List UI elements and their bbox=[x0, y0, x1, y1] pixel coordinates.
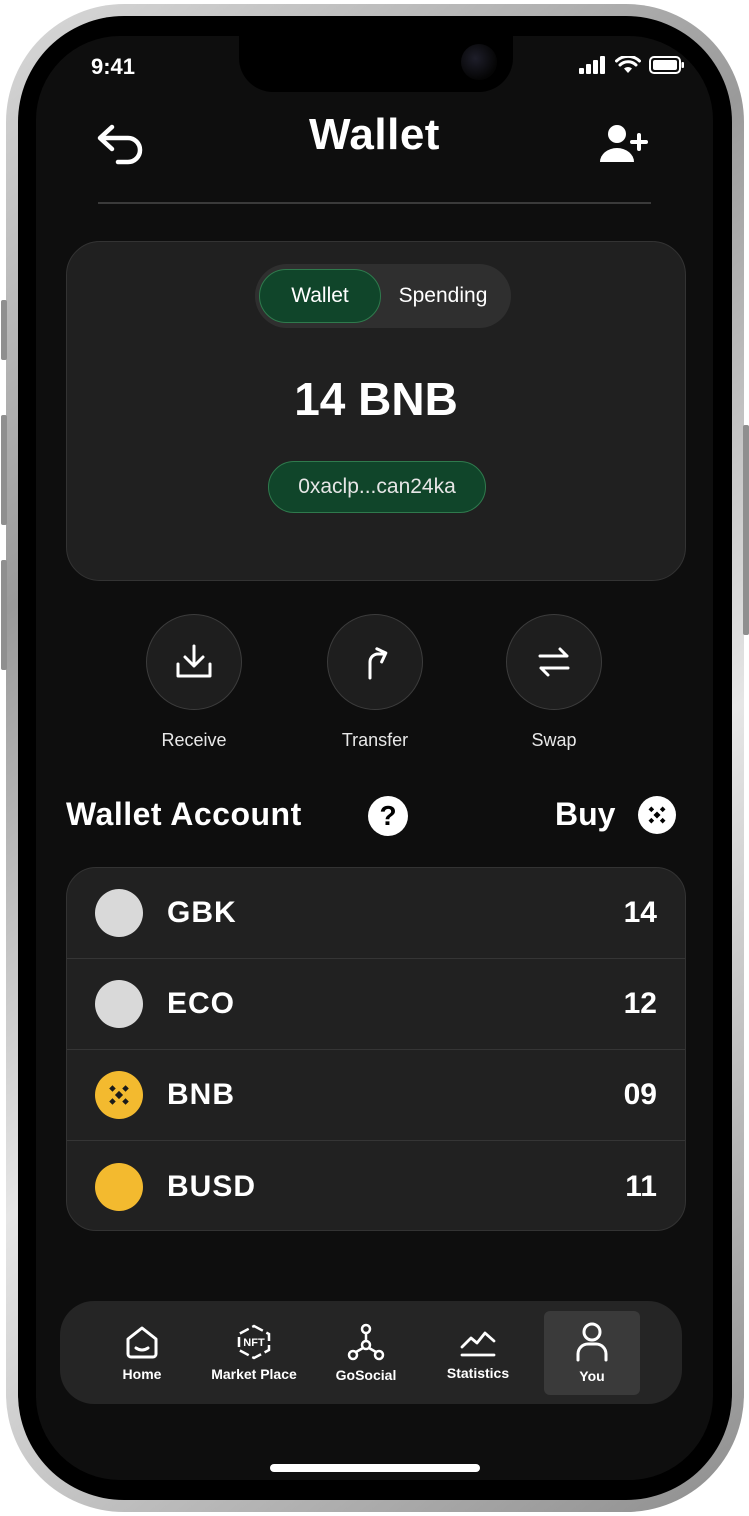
wifi-icon bbox=[615, 56, 641, 73]
volume-down-button bbox=[1, 560, 7, 670]
tab-home[interactable]: Home bbox=[86, 1311, 198, 1395]
asset-list: GBK 14 ECO 12 BNB 09 BUSD 11 bbox=[66, 867, 686, 1231]
bottom-tab-bar: Home NFT Market Place GoSocial Statistic… bbox=[60, 1301, 682, 1404]
asset-name: ECO bbox=[167, 987, 236, 1020]
bnb-token-icon bbox=[95, 1071, 143, 1119]
swap-label: Swap bbox=[531, 730, 577, 750]
wallet-account-title: Wallet Account bbox=[66, 796, 302, 832]
notch bbox=[239, 36, 513, 92]
asset-row-eco[interactable]: ECO 12 bbox=[67, 959, 685, 1050]
tab-gosocial[interactable]: GoSocial bbox=[310, 1311, 422, 1395]
busd-token-icon bbox=[95, 1162, 143, 1211]
download-icon bbox=[176, 644, 212, 678]
status-time: 9:41 bbox=[91, 54, 136, 79]
tab-statistics[interactable]: Statistics bbox=[422, 1311, 534, 1395]
transfer-action: Transfer bbox=[305, 614, 445, 751]
wallet-address-pill[interactable]: 0xaclp...can24ka bbox=[268, 461, 486, 513]
mute-switch bbox=[1, 300, 7, 360]
asset-name: BUSD bbox=[167, 1169, 257, 1203]
tab-wallet[interactable]: Wallet bbox=[259, 269, 381, 323]
asset-amount: 11 bbox=[625, 1169, 657, 1203]
turn-up-right-arrow-icon bbox=[368, 647, 388, 680]
power-button bbox=[743, 425, 749, 635]
chart-line-icon bbox=[460, 1331, 496, 1356]
transfer-label: Transfer bbox=[341, 730, 409, 750]
add-user-icon bbox=[600, 125, 648, 162]
network-nodes-icon bbox=[347, 1323, 385, 1360]
swap-arrows-icon bbox=[538, 647, 570, 677]
app-screen: 9:41 Wallet Wallet Spending 14 BNB 0xacl… bbox=[36, 36, 713, 1480]
transfer-button[interactable] bbox=[327, 614, 423, 710]
eco-token-icon bbox=[95, 980, 143, 1028]
asset-name: GBK bbox=[167, 896, 237, 929]
asset-amount: 09 bbox=[623, 1078, 657, 1111]
receive-label: Receive bbox=[161, 730, 227, 750]
help-icon[interactable]: ? bbox=[368, 796, 408, 836]
cellular-signal-icon bbox=[579, 56, 605, 74]
asset-row-busd[interactable]: BUSD 11 bbox=[67, 1141, 685, 1230]
receive-action: Receive bbox=[124, 614, 264, 751]
add-user-button[interactable] bbox=[595, 120, 651, 168]
asset-amount: 12 bbox=[623, 987, 657, 1020]
tab-label: Home bbox=[122, 1365, 162, 1382]
asset-name: BNB bbox=[167, 1078, 235, 1111]
tab-label: GoSocial bbox=[335, 1366, 397, 1383]
battery-icon bbox=[649, 56, 684, 74]
asset-row-gbk[interactable]: GBK 14 bbox=[67, 868, 685, 959]
swap-action: Swap bbox=[484, 614, 624, 751]
gbk-token-icon bbox=[95, 889, 143, 937]
home-icon bbox=[126, 1326, 158, 1358]
bnb-logo-icon bbox=[648, 806, 666, 824]
user-icon bbox=[576, 1322, 608, 1361]
front-camera bbox=[461, 44, 497, 80]
status-icons bbox=[579, 56, 685, 74]
balance-card: Wallet Spending 14 BNB 0xaclp...can24ka bbox=[66, 241, 686, 581]
tab-label: You bbox=[579, 1367, 605, 1384]
bnb-logo-icon bbox=[109, 1085, 129, 1105]
bnb-buy-icon[interactable] bbox=[638, 796, 676, 834]
volume-up-button bbox=[1, 415, 7, 525]
tab-spending[interactable]: Spending bbox=[381, 269, 505, 323]
tab-label: Statistics bbox=[446, 1364, 510, 1381]
svg-text:NFT: NFT bbox=[243, 1337, 265, 1349]
buy-button[interactable]: Buy bbox=[555, 796, 615, 833]
tab-market-place[interactable]: NFT Market Place bbox=[198, 1311, 310, 1395]
tab-label: Market Place bbox=[211, 1365, 297, 1382]
wallet-spending-toggle: Wallet Spending bbox=[255, 264, 511, 328]
balance-amount: 14 BNB bbox=[294, 373, 458, 425]
header-divider bbox=[98, 202, 651, 204]
asset-row-bnb[interactable]: BNB 09 bbox=[67, 1050, 685, 1141]
nft-icon: NFT bbox=[237, 1324, 271, 1359]
receive-button[interactable] bbox=[146, 614, 242, 710]
tab-you[interactable]: You bbox=[544, 1310, 640, 1395]
home-indicator bbox=[270, 1464, 480, 1472]
asset-amount: 14 bbox=[623, 896, 657, 929]
swap-button[interactable] bbox=[506, 614, 602, 710]
